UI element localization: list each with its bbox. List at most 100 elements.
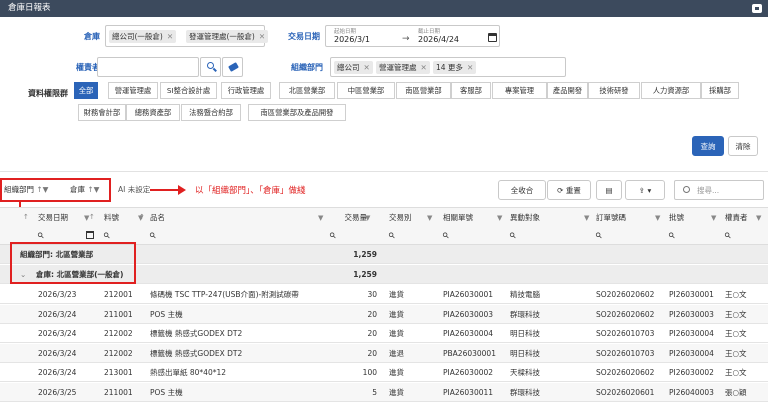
- perm-chip-6[interactable]: 南區營業部: [396, 82, 451, 99]
- table-cell: PIA26030003: [443, 309, 494, 319]
- manager-input[interactable]: [97, 57, 199, 77]
- table-cell: 王○文: [725, 348, 747, 358]
- start-date-value[interactable]: 2026/3/1: [334, 35, 370, 44]
- collapse-all-button[interactable]: 全收合: [498, 180, 546, 200]
- warehouse-select[interactable]: 總公司(一般倉) ✕ 發運管理處(一般倉) ✕: [105, 25, 269, 47]
- perm-chip-16[interactable]: 南區營業部及產品開發: [248, 104, 346, 121]
- perm-chip-9[interactable]: 產品開發: [547, 82, 588, 99]
- perm-chip-14[interactable]: 總務資產部: [126, 104, 180, 121]
- perm-chip-8[interactable]: 專案管理: [492, 82, 547, 99]
- table-cell: PBA26030001: [443, 348, 496, 358]
- filter-icon[interactable]: ▼: [756, 214, 761, 222]
- ai-status: AI 未設定: [118, 185, 151, 194]
- table-cell: 20: [367, 348, 377, 358]
- org-more-chip[interactable]: 14 更多 ✕: [433, 61, 477, 74]
- table-cell: 進貨: [389, 368, 404, 377]
- column-header[interactable]: 料號: [104, 209, 140, 227]
- org-chip: 營運管理處 ✕: [376, 61, 430, 74]
- column-header[interactable]: 權責者: [725, 209, 758, 227]
- query-button[interactable]: 查詢: [692, 136, 724, 156]
- column-header[interactable]: 異動對象: [510, 209, 586, 227]
- filter-icon[interactable]: ▼: [365, 214, 370, 222]
- org-select[interactable]: 總公司 ✕ 營運管理處 ✕ 14 更多 ✕: [330, 57, 566, 77]
- table-cell: PIA26030001: [443, 290, 494, 299]
- column-header[interactable]: 交易量: [330, 209, 368, 227]
- group-total: 1,259: [353, 270, 377, 279]
- annotation-box-groups: [10, 242, 136, 284]
- table-row[interactable]: 2026/3/24 212002 標籤機 熱感式GODEX DT2 20 進退 PBA26…: [0, 343, 768, 363]
- table-row[interactable]: 2026/3/24 211001 POS 主機 20 進貨 PIA26030003 群環科技…: [0, 304, 768, 324]
- table-cell: POS 主機: [150, 309, 183, 319]
- perm-chip-7[interactable]: 客服部: [451, 82, 491, 99]
- sort-icon[interactable]: ↑: [139, 213, 145, 221]
- table-cell: 5: [372, 387, 377, 397]
- column-header[interactable]: 交易日期: [38, 209, 86, 227]
- perm-chip-3[interactable]: 行政管理處: [221, 82, 271, 99]
- chip-remove-icon[interactable]: ✕: [467, 63, 473, 72]
- table-cell: 2026/3/24: [38, 309, 77, 319]
- chip-remove-icon[interactable]: ✕: [167, 32, 173, 41]
- table-row[interactable]: 2026/3/25 211001 POS 主機 5 進貨 PIA26030011 群環科技 S…: [0, 382, 768, 402]
- date-label: 交易日期: [288, 32, 320, 41]
- window-maximize-icon[interactable]: [752, 4, 762, 13]
- eraser-button[interactable]: [222, 57, 243, 77]
- group-total: 1,259: [353, 250, 377, 259]
- divider: [0, 171, 768, 172]
- perm-chip-0[interactable]: 全部: [74, 82, 98, 99]
- annotation-box-groupbar: [0, 178, 111, 202]
- column-header[interactable]: 批號: [669, 209, 713, 227]
- filter-icon[interactable]: ▼: [427, 214, 432, 222]
- perm-chip-12[interactable]: 採購部: [701, 82, 739, 99]
- table-cell: 211001: [104, 387, 133, 397]
- filter-icon[interactable]: ▼: [584, 214, 589, 222]
- table-row[interactable]: 2026/3/24 212002 標籤機 熱感式GODEX DT2 20 進貨 PIA26…: [0, 324, 768, 343]
- perm-label: 資料權限群: [28, 89, 68, 98]
- perm-chip-11[interactable]: 人力資源部: [641, 82, 701, 99]
- chip-remove-icon[interactable]: ✕: [421, 63, 427, 72]
- table-cell: 進貨: [389, 290, 404, 299]
- date-range-picker[interactable]: 起始日期 2026/3/1 → 截止日期 2026/4/24: [325, 25, 500, 47]
- perm-chip-4[interactable]: 北區營業部: [279, 82, 335, 99]
- search-button[interactable]: [200, 57, 221, 77]
- filter-icon[interactable]: ▼: [318, 214, 323, 222]
- column-header[interactable]: 品名: [150, 209, 320, 227]
- columns-button[interactable]: ▤: [596, 180, 622, 200]
- table-cell: 進貨: [389, 309, 404, 319]
- table-cell: 2026/3/24: [38, 368, 77, 377]
- perm-chip-1[interactable]: 營運管理處: [108, 82, 158, 99]
- column-header[interactable]: 交易別: [389, 209, 429, 227]
- table-cell: 王○文: [725, 290, 747, 299]
- perm-chip-10[interactable]: 技術研發: [588, 82, 640, 99]
- table-cell: 進貨: [389, 387, 404, 397]
- calendar-icon[interactable]: [86, 231, 94, 239]
- filter-icon[interactable]: ▼: [711, 214, 716, 222]
- column-header[interactable]: 相關單號: [443, 209, 499, 227]
- perm-chip-5[interactable]: 中區營業部: [337, 82, 395, 99]
- table-row[interactable]: 2026/3/24 213001 熱感出單紙 80*40*12 100 進貨 PIA260…: [0, 363, 768, 382]
- table-cell: 精技電腦: [510, 290, 540, 299]
- filter-icon[interactable]: ▼: [497, 214, 502, 222]
- perm-chip-13[interactable]: 財務會計部: [78, 104, 126, 121]
- grid-search-input[interactable]: 搜尋...: [674, 180, 764, 200]
- perm-chip-15[interactable]: 法務暨合約部: [181, 104, 241, 121]
- table-cell: 212002: [104, 348, 133, 358]
- filter-icon[interactable]: ▼: [655, 214, 660, 222]
- table-cell: SO2026010703: [596, 329, 655, 338]
- column-header[interactable]: 訂單號碼: [596, 209, 657, 227]
- end-date-value[interactable]: 2026/4/24: [418, 35, 459, 44]
- calendar-icon[interactable]: [488, 33, 497, 42]
- table-cell: 明日科技: [510, 348, 540, 358]
- table-cell: PI26030004: [669, 348, 714, 358]
- chip-remove-icon[interactable]: ✕: [259, 32, 265, 41]
- chip-remove-icon[interactable]: ✕: [364, 63, 370, 72]
- annotation-text: 以「組織部門」、「倉庫」做綫: [195, 186, 306, 196]
- sort-icon[interactable]: ↑: [23, 213, 29, 221]
- export-button[interactable]: ⇪ ▾: [625, 180, 665, 200]
- perm-chip-2[interactable]: SI整合設計處: [160, 82, 217, 99]
- reload-button[interactable]: ⟳ 重置: [547, 180, 591, 200]
- clear-button[interactable]: 清除: [728, 136, 758, 156]
- warehouse-label: 倉庫: [84, 32, 100, 41]
- table-cell: SO2026010703: [596, 348, 655, 358]
- table-row[interactable]: 2026/3/23 212001 條碼機 TSC TTP-247(USB介面)-附測…: [0, 285, 768, 304]
- sort-icon[interactable]: ↑: [89, 213, 95, 221]
